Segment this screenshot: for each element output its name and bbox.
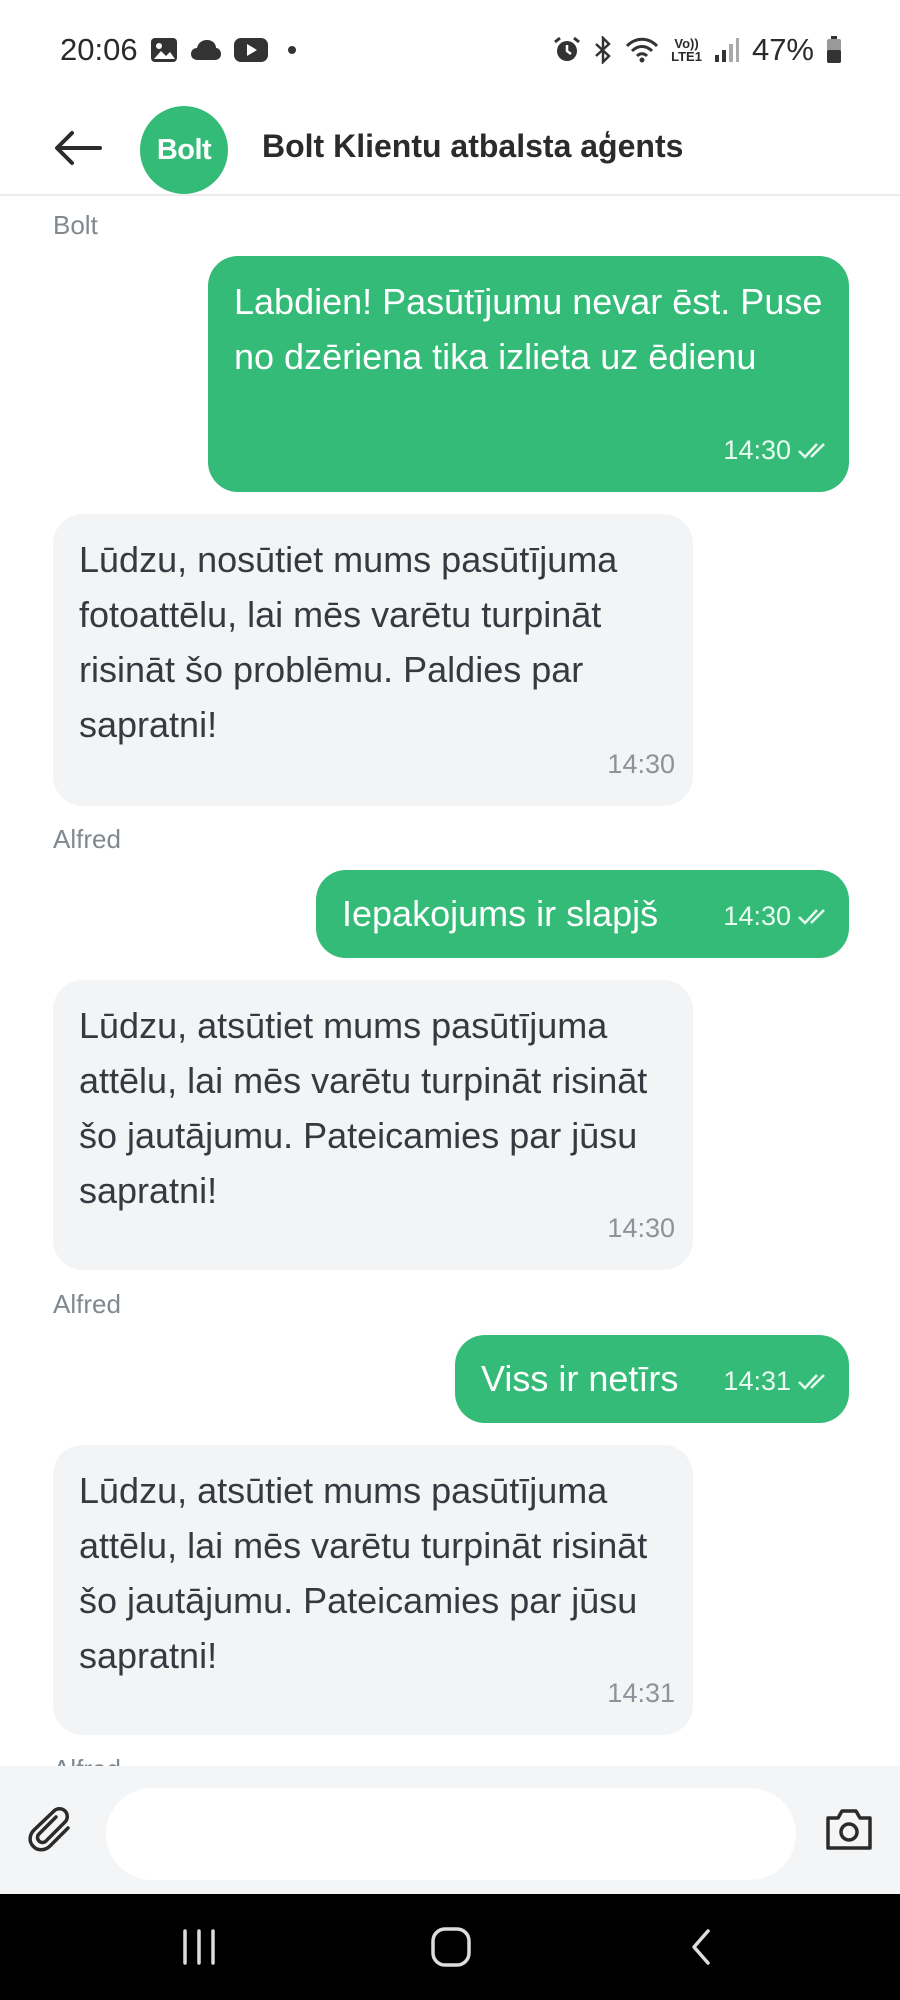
sender-label: Alfred	[53, 824, 121, 854]
cloud-icon	[190, 39, 222, 61]
system-nav-bar	[0, 1894, 900, 2000]
gallery-icon	[150, 37, 178, 63]
message-time: 14:31	[723, 1366, 791, 1396]
status-right: Vo)) LTE1 47%	[553, 32, 842, 68]
message-text: Lūdzu, atsūtiet mums pasūtījuma attēlu, …	[79, 1005, 648, 1211]
youtube-icon	[233, 38, 268, 62]
camera-button[interactable]	[824, 1806, 876, 1854]
message-meta: 14:30	[723, 889, 831, 944]
avatar[interactable]: Bolt	[140, 106, 228, 194]
paperclip-icon	[28, 1807, 70, 1852]
message-meta: 14:31	[723, 1354, 831, 1409]
avatar-logo-text: Bolt	[156, 133, 212, 166]
chat-messages[interactable]: Bolt Labdien! Pasūtījumu nevar ēst. Puse…	[0, 198, 900, 1766]
message-time: 14:30	[723, 901, 791, 931]
camera-icon	[826, 1809, 872, 1850]
status-left: 20:06	[60, 32, 296, 68]
message-meta: 14:30	[607, 737, 675, 792]
double-check-icon	[797, 908, 831, 926]
double-check-icon	[797, 1373, 831, 1391]
chat-header: Bolt Bolt Klientu atbalsta aģents	[0, 100, 900, 196]
message-text: Lūdzu, nosūtiet mums pasūtījuma fotoattē…	[79, 539, 618, 745]
message-text: Viss ir netīrs	[481, 1358, 679, 1399]
sender-label: Bolt	[53, 210, 98, 240]
message-meta: 14:31	[607, 1666, 675, 1721]
home-button[interactable]	[426, 1922, 476, 1972]
alarm-icon	[553, 36, 581, 64]
message-text: Iepakojums ir slapjš	[342, 893, 659, 934]
outgoing-message[interactable]: Viss ir netīrs 14:31	[455, 1335, 849, 1423]
bluetooth-icon	[593, 36, 613, 64]
battery-icon	[826, 36, 842, 64]
recent-apps-button[interactable]	[174, 1922, 224, 1972]
arrow-left-icon	[55, 131, 102, 165]
notification-dot-icon	[287, 46, 296, 54]
incoming-message[interactable]: Lūdzu, nosūtiet mums pasūtījuma fotoattē…	[53, 514, 693, 806]
message-time: 14:30	[607, 1213, 675, 1243]
outgoing-message[interactable]: Labdien! Pasūtījumu nevar ēst. Puse no d…	[208, 256, 849, 492]
wifi-icon	[625, 37, 659, 63]
page-title: Bolt Klientu atbalsta aģents	[262, 128, 684, 164]
back-nav-button[interactable]	[676, 1922, 726, 1972]
message-time: 14:30	[723, 435, 791, 465]
outgoing-message[interactable]: Iepakojums ir slapjš 14:30	[316, 870, 849, 958]
message-time: 14:30	[607, 749, 675, 779]
chevron-left-icon	[692, 1929, 710, 1965]
incoming-message[interactable]: Lūdzu, atsūtiet mums pasūtījuma attēlu, …	[53, 980, 693, 1270]
home-icon	[431, 1927, 471, 1967]
clock: 20:06	[60, 32, 138, 67]
message-text: Lūdzu, atsūtiet mums pasūtījuma attēlu, …	[79, 1470, 648, 1676]
message-meta: 14:30	[723, 423, 831, 478]
lte-label: LTE1	[671, 49, 702, 64]
volte-indicator: Vo)) LTE1	[671, 37, 702, 63]
sender-label: Alfred	[53, 1289, 121, 1319]
sender-label: Alfred	[53, 1754, 121, 1766]
message-text: Labdien! Pasūtījumu nevar ēst. Puse no d…	[234, 281, 823, 377]
attach-button[interactable]	[28, 1806, 78, 1856]
message-meta: 14:30	[607, 1201, 675, 1256]
message-time: 14:31	[607, 1678, 675, 1708]
battery-percent: 47%	[751, 32, 814, 67]
recent-apps-icon	[183, 1929, 215, 1965]
status-bar: 20:06 Vo)) LTE1 47%	[0, 0, 900, 100]
signal-icon	[714, 37, 740, 63]
message-composer	[0, 1766, 900, 1894]
message-input[interactable]	[106, 1788, 796, 1880]
double-check-icon	[797, 442, 831, 460]
back-button[interactable]	[52, 122, 104, 174]
incoming-message[interactable]: Lūdzu, atsūtiet mums pasūtījuma attēlu, …	[53, 1445, 693, 1735]
